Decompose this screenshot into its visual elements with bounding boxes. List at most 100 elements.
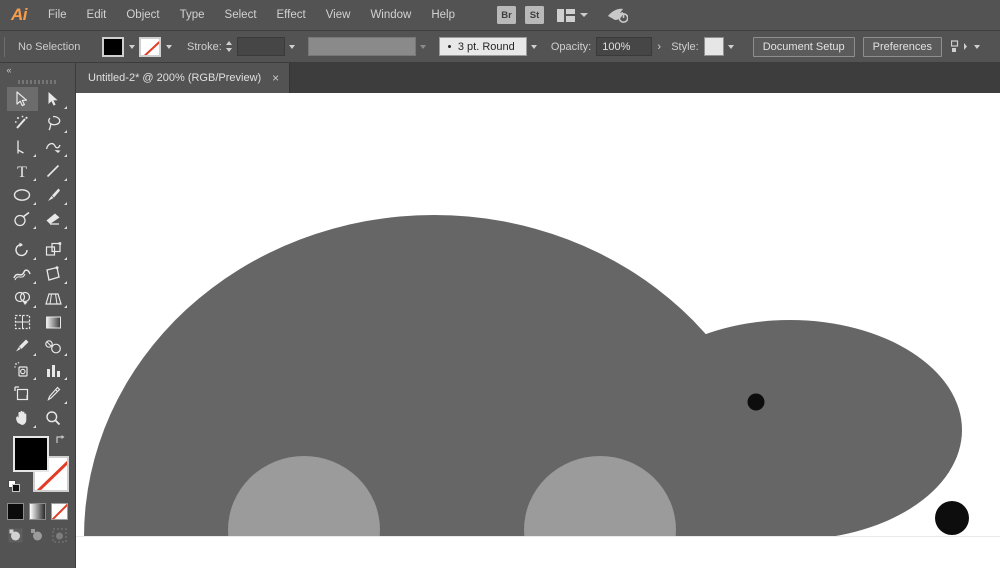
opacity-expand-icon[interactable]: › [652,37,666,56]
stroke-color-swatch[interactable] [139,37,161,57]
stock-icon[interactable]: St [525,6,544,24]
tool-flyout-icon [33,154,36,157]
menubar-icon-group: Br St [497,6,628,24]
blend-tool[interactable] [38,334,69,358]
menu-item-file[interactable]: File [38,0,77,31]
eyedropper-tool[interactable] [7,334,38,358]
align-chevron-down-icon[interactable] [970,37,985,57]
tool-flyout-icon [64,257,67,260]
shaper-tool[interactable] [7,207,38,231]
color-mode-button[interactable] [7,503,24,520]
document-tab-bar: Untitled-2* @ 200% (RGB/Preview) × [0,63,1000,93]
menu-item-object[interactable]: Object [116,0,169,31]
bridge-icon[interactable]: Br [497,6,516,24]
gradient-tool[interactable] [38,310,69,334]
stroke-profile-chevron-down-icon[interactable] [416,37,431,57]
ellipse-tool[interactable] [7,183,38,207]
menu-item-window[interactable]: Window [360,0,421,31]
tool-flyout-icon [64,154,67,157]
artboard-tool[interactable] [7,382,38,406]
tool-flyout-icon [64,353,67,356]
draw-inside-button[interactable] [52,527,68,543]
tool-flyout-icon [33,257,36,260]
direct-selection-tool[interactable] [38,87,69,111]
tool-flyout-icon [64,130,67,133]
stroke-weight-stepper[interactable] [224,37,235,57]
menu-item-effect[interactable]: Effect [267,0,316,31]
style-chevron-down-icon[interactable] [724,37,739,57]
graphic-style-swatch[interactable] [704,37,724,56]
svg-text:T: T [17,164,27,179]
free-transform-tool[interactable] [38,262,69,286]
menu-item-type[interactable]: Type [170,0,215,31]
rotate-tool[interactable] [7,238,38,262]
preferences-button[interactable]: Preferences [863,37,942,57]
menu-item-select[interactable]: Select [215,0,267,31]
width-tool[interactable] [7,262,38,286]
eye-shape[interactable] [748,394,765,411]
lasso-tool[interactable] [38,111,69,135]
draw-mode-row [8,527,68,543]
hand-tool[interactable] [7,406,38,430]
brush-definition-chevron-down-icon[interactable] [527,37,542,57]
stroke-weight-chevron-down-icon[interactable] [285,37,300,57]
line-segment-tool[interactable] [38,159,69,183]
close-icon[interactable]: × [272,72,279,84]
document-setup-button[interactable]: Document Setup [753,37,855,57]
symbol-sprayer-tool[interactable] [7,358,38,382]
fill-color-indicator[interactable] [13,436,49,472]
search-rocket-icon[interactable] [607,7,628,24]
opacity-input[interactable]: 100% [596,37,652,56]
gradient-mode-button[interactable] [29,503,46,520]
stroke-profile-input[interactable] [308,37,416,56]
tools-panel-grip[interactable] [0,76,76,87]
stroke-weight-input[interactable] [237,37,285,56]
eraser-tool[interactable] [38,207,69,231]
body-shape[interactable] [84,215,784,568]
style-label: Style: [671,41,699,53]
draw-behind-button[interactable] [30,527,46,543]
type-tool[interactable]: T [7,159,38,183]
artboard-canvas[interactable] [76,93,1000,568]
fill-swatch-chevron-down-icon[interactable] [124,37,139,57]
document-tab[interactable]: Untitled-2* @ 200% (RGB/Preview) × [76,63,290,93]
tool-flyout-icon [64,305,67,308]
control-bar: No Selection Stroke: 3 pt. Round Opacity… [0,31,1000,63]
default-fill-stroke-icon[interactable] [8,480,21,496]
tool-flyout-icon [33,226,36,229]
fill-color-swatch[interactable] [102,37,124,57]
draw-normal-button[interactable] [8,527,24,543]
workspace-switcher-icon[interactable] [557,9,588,22]
mole-illustration[interactable] [84,215,969,568]
menu-item-edit[interactable]: Edit [77,0,117,31]
tool-flyout-icon [64,178,67,181]
chevron-down-icon [580,13,588,17]
tools-panel-collapse-icon[interactable]: « [0,63,76,76]
align-arrange-icon[interactable] [950,38,970,56]
perspective-grid-tool[interactable] [38,286,69,310]
artboard-bottom-mask [76,536,1000,568]
pen-tool[interactable] [7,135,38,159]
brush-definition-select[interactable]: 3 pt. Round [439,37,527,56]
curvature-tool[interactable] [38,135,69,159]
control-bar-grip[interactable] [4,37,9,57]
selection-status-label: No Selection [14,41,102,53]
tool-flyout-icon [33,281,36,284]
menu-item-help[interactable]: Help [421,0,465,31]
paintbrush-tool[interactable] [38,183,69,207]
tools-grid: T [7,87,69,430]
menu-item-view[interactable]: View [316,0,361,31]
zoom-tool[interactable] [38,406,69,430]
shape-builder-tool[interactable] [7,286,38,310]
selection-tool[interactable] [7,87,38,111]
mesh-tool[interactable] [7,310,38,334]
column-graph-tool[interactable] [38,358,69,382]
slice-tool[interactable] [38,382,69,406]
none-mode-button[interactable] [51,503,68,520]
tool-flyout-icon [33,377,36,380]
stroke-swatch-chevron-down-icon[interactable] [161,37,176,57]
magic-wand-tool[interactable] [7,111,38,135]
swap-fill-stroke-icon[interactable] [55,434,68,449]
scale-tool[interactable] [38,238,69,262]
nose-shape[interactable] [935,501,969,535]
